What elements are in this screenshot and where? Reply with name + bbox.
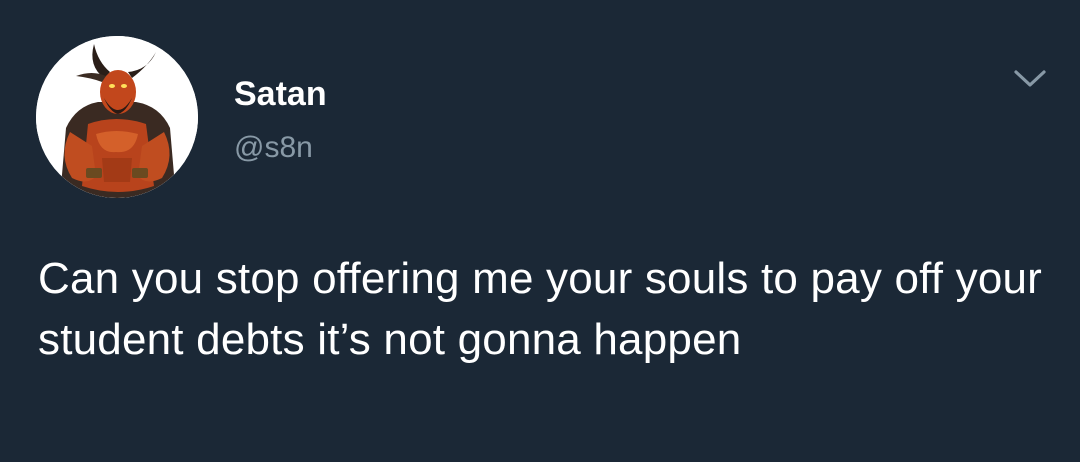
author-handle[interactable]: @s8n <box>234 130 313 166</box>
tweet-text: Can you stop offering me your souls to p… <box>38 254 1043 364</box>
chevron-down-icon <box>1014 70 1046 87</box>
devil-avatar-icon <box>36 36 198 198</box>
tweet-card: Satan @s8n Can you stop offering me your… <box>0 0 1080 462</box>
author-display-name[interactable]: Satan <box>234 74 327 114</box>
tweet-menu-button[interactable] <box>1010 62 1050 94</box>
avatar[interactable] <box>36 36 198 198</box>
